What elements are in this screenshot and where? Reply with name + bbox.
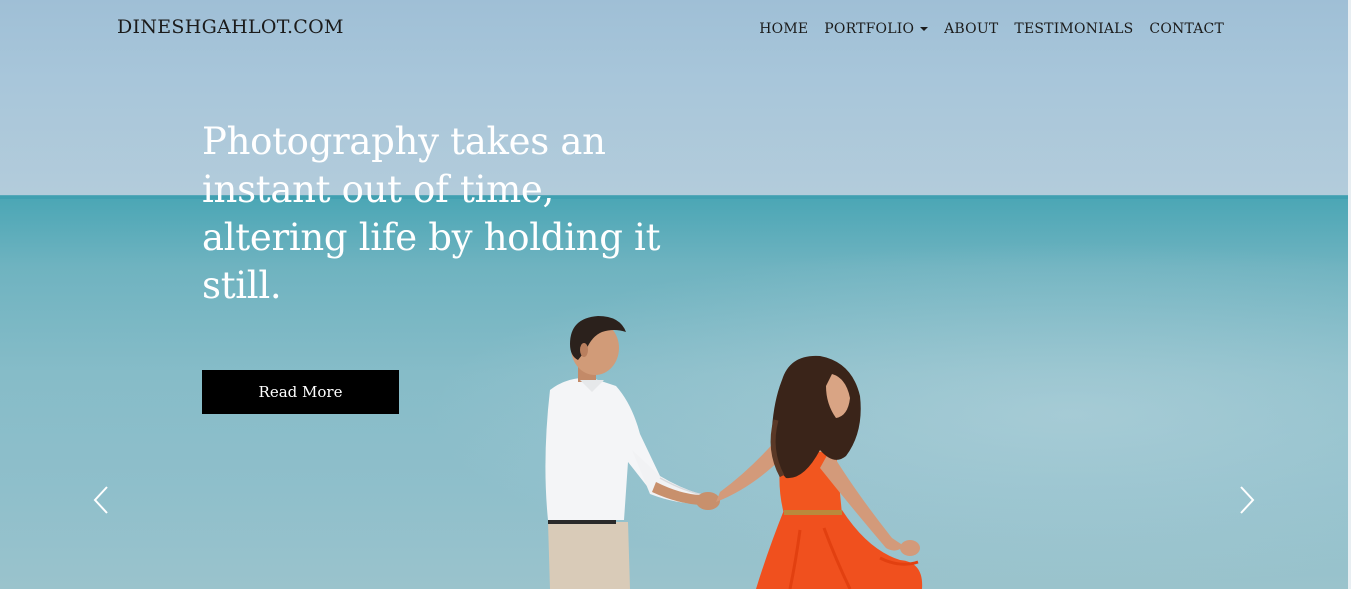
chevron-left-icon	[93, 486, 108, 514]
nav-link-label: TESTIMONIALS	[1014, 21, 1134, 37]
nav-menu: HOME PORTFOLIO ABOUT TESTIMONIALS CONTAC…	[759, 18, 1224, 37]
navbar: DINESHGAHLOT.COM HOME PORTFOLIO ABOUT TE…	[0, 0, 1351, 56]
nav-item-home: HOME	[759, 18, 808, 37]
nav-link-about[interactable]: ABOUT	[944, 21, 998, 37]
read-more-button[interactable]: Read More	[202, 370, 399, 414]
nav-item-contact: CONTACT	[1149, 18, 1224, 37]
carousel-prev-button[interactable]	[86, 484, 116, 516]
carousel-next-button[interactable]	[1232, 484, 1262, 516]
nav-link-contact[interactable]: CONTACT	[1149, 21, 1224, 37]
nav-link-label: ABOUT	[944, 21, 999, 37]
nav-item-testimonials: TESTIMONIALS	[1014, 18, 1133, 37]
hero-headline: Photography takes an instant out of time…	[202, 120, 661, 307]
page: DINESHGAHLOT.COM HOME PORTFOLIO ABOUT TE…	[0, 0, 1351, 589]
carousel-caption: Photography takes an instant out of time…	[202, 118, 682, 310]
couple-photo	[545, 316, 923, 589]
brand-logo-link[interactable]: DINESHGAHLOT.COM	[117, 16, 344, 38]
chevron-right-icon	[1240, 486, 1255, 514]
nav-link-portfolio-dropdown[interactable]: PORTFOLIO	[824, 21, 929, 37]
nav-link-label: CONTACT	[1149, 21, 1224, 37]
nav-link-home[interactable]: HOME	[759, 21, 808, 37]
nav-item-portfolio: PORTFOLIO	[824, 18, 929, 37]
caret-down-icon	[920, 27, 929, 31]
nav-link-label: HOME	[759, 21, 809, 37]
nav-link-testimonials[interactable]: TESTIMONIALS	[1014, 21, 1133, 37]
nav-item-about: ABOUT	[944, 18, 998, 37]
nav-link-label: PORTFOLIO	[824, 21, 915, 37]
